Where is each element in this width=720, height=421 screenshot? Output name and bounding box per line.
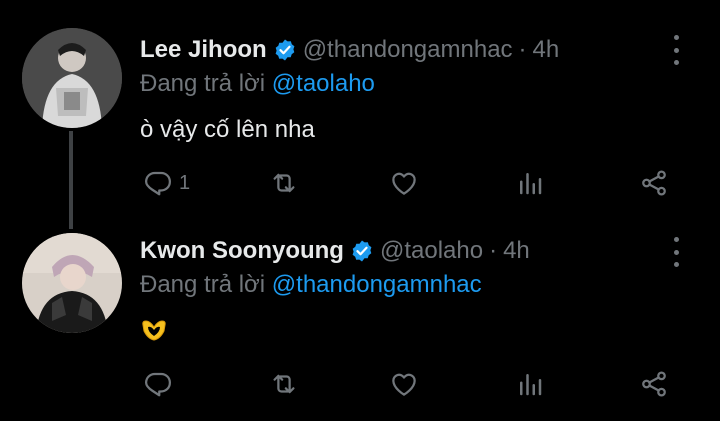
retweet-icon [273,374,295,394]
reply-button[interactable] [143,367,179,401]
more-icon[interactable] [664,237,688,267]
avatar-photo [22,233,122,333]
share-button[interactable] [638,367,670,401]
user-handle[interactable]: @thandongamnhac [303,36,513,63]
tweet-header: Lee Jihoon @thandongamnhac · 4h [140,36,559,64]
tweet[interactable]: Lee Jihoon @thandongamnhac · 4h Đang trả l… [0,0,720,229]
like-button[interactable] [388,166,420,200]
replying-to-mention[interactable]: @taolaho [272,70,375,97]
retweet-icon [273,173,295,193]
tweet-time[interactable]: 4h [503,237,530,264]
heart-hands-emoji [140,319,168,341]
share-icon [642,371,666,397]
avatar[interactable] [22,233,122,333]
replying-to-label: Đang trả lời [140,70,266,97]
meta-separator: · [489,237,498,264]
verified-badge-icon [273,38,297,62]
reply-icon [145,372,171,397]
reply-icon [145,171,171,196]
tweet-text [140,319,168,348]
replying-to: Đang trả lời @thandongamnhac [140,271,482,299]
share-button[interactable] [638,166,670,200]
replying-to-label: Đang trả lời [140,271,266,298]
tweet-text: ò vậy cố lên nha [140,116,315,143]
replying-to: Đang trả lời @taolaho [140,70,375,98]
more-icon[interactable] [664,35,688,65]
avatar-photo [22,28,122,128]
display-name[interactable]: Lee Jihoon [140,36,267,64]
avatar[interactable] [22,28,122,128]
stats-button[interactable] [515,367,545,401]
stats-icon [520,374,542,396]
tweet-time[interactable]: 4h [533,36,560,63]
meta-separator: · [518,36,527,63]
like-icon [392,172,416,195]
replying-to-mention[interactable]: @thandongamnhac [272,271,482,298]
stats-button[interactable] [515,166,545,200]
tweet-actions: 1 [0,166,720,200]
reply-count: 1 [179,171,191,194]
display-name[interactable]: Kwon Soonyoung [140,237,344,265]
tweet-header: Kwon Soonyoung @taolaho · 4h [140,237,530,265]
tweet-actions [0,367,720,401]
share-icon [642,170,666,196]
retweet-button[interactable] [268,367,300,401]
reply-button[interactable]: 1 [143,166,190,200]
stats-icon [520,173,542,195]
retweet-button[interactable] [268,166,300,200]
like-icon [392,373,416,396]
tweet[interactable]: Kwon Soonyoung @taolaho · 4h Đang trả lời … [0,225,720,421]
like-button[interactable] [388,367,420,401]
verified-badge-icon [350,239,374,263]
user-handle[interactable]: @taolaho [380,237,483,264]
